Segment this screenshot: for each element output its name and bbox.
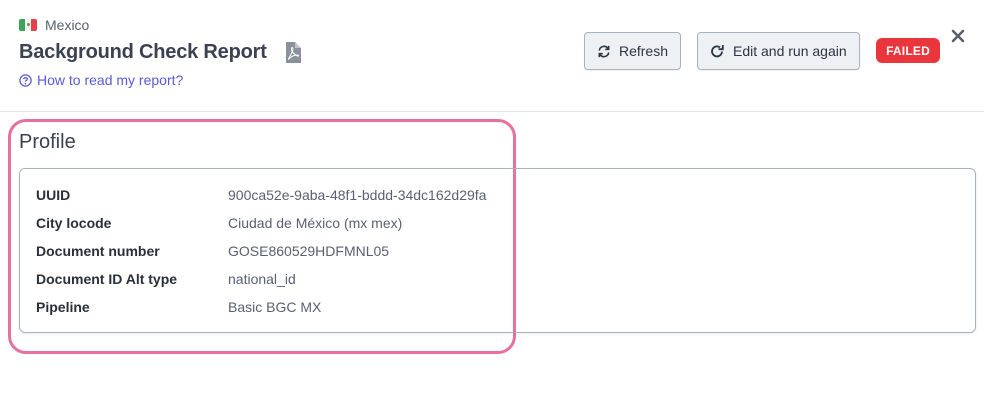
edit-and-run-again-label: Edit and run again <box>733 43 847 59</box>
field-value: GOSE860529HDFMNL05 <box>228 243 390 259</box>
status-badge: FAILED <box>876 38 940 63</box>
field-label: Pipeline <box>36 299 90 315</box>
report-page: Mexico Background Check Report How to re… <box>0 0 984 402</box>
country-name: Mexico <box>45 17 90 33</box>
refresh-icon <box>598 45 610 57</box>
profile-row-document-number: Document number GOSE860529HDFMNL05 <box>36 241 389 261</box>
rotate-right-icon <box>711 44 724 57</box>
question-circle-icon <box>19 73 32 87</box>
field-value: national_id <box>228 271 296 287</box>
field-value: Ciudad de México (mx mex) <box>228 215 403 231</box>
field-label: City locode <box>36 215 112 231</box>
refresh-label: Refresh <box>618 43 668 59</box>
profile-row-pipeline: Pipeline Basic BGC MX <box>36 297 321 317</box>
field-label: Document ID Alt type <box>36 271 178 287</box>
mexico-flag-icon <box>19 19 37 31</box>
profile-row-document-id-alt-type: Document ID Alt type national_id <box>36 269 296 289</box>
page-title: Background Check Report <box>19 41 267 63</box>
profile-row-city-locode: City locode Ciudad de México (mx mex) <box>36 213 402 233</box>
profile-row-uuid: UUID 900ca52e-9aba-48f1-bddd-34dc162d29f… <box>36 185 486 205</box>
pdf-file-icon[interactable] <box>285 42 301 63</box>
country-indicator: Mexico <box>19 17 89 33</box>
header-divider <box>0 111 984 112</box>
profile-section-title: Profile <box>19 131 76 153</box>
field-label: Document number <box>36 243 160 259</box>
field-label: UUID <box>36 187 71 203</box>
title-row: Background Check Report <box>19 41 301 64</box>
how-to-read-link[interactable]: How to read my report? <box>19 72 183 88</box>
edit-and-run-again-button[interactable]: Edit and run again <box>697 32 860 70</box>
field-value: 900ca52e-9aba-48f1-bddd-34dc162d29fa <box>228 187 487 203</box>
how-to-read-label[interactable]: How to read my report? <box>37 72 183 88</box>
field-value: Basic BGC MX <box>228 299 322 315</box>
close-icon[interactable] <box>951 29 965 43</box>
refresh-button[interactable]: Refresh <box>584 32 681 70</box>
